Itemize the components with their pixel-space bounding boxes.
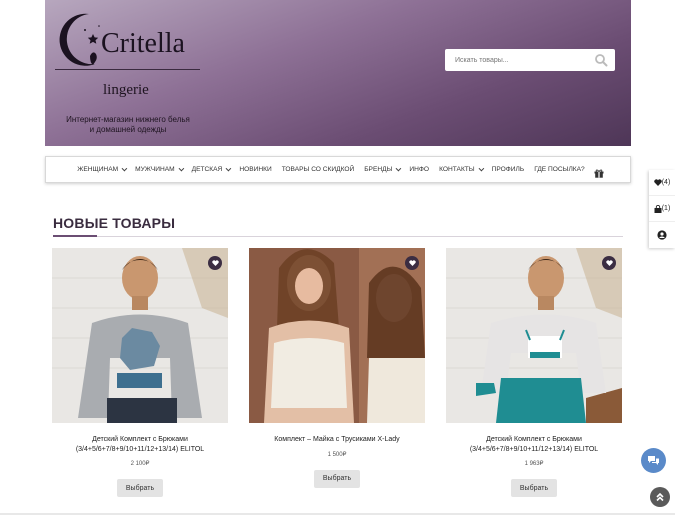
chat-bubbles-icon <box>648 456 659 465</box>
chevron-down-icon <box>178 165 184 171</box>
nav-label: Инфо <box>409 166 430 173</box>
heart-icon <box>605 260 613 266</box>
product-image[interactable] <box>52 248 228 423</box>
cart-button[interactable]: (1) <box>649 196 675 222</box>
select-button[interactable]: Выбрать <box>117 479 163 497</box>
nav-label: Бренды <box>364 166 393 173</box>
product-card: Комплект – Майка с Трусиками X-Lady 1 50… <box>249 248 425 488</box>
nav-item-tracking[interactable]: Где посылка? <box>529 166 590 173</box>
nav-item-profile[interactable]: Профиль <box>487 166 530 173</box>
chevron-down-icon <box>396 165 402 171</box>
product-price: 1 963₽ <box>524 461 544 467</box>
logo-subtitle: lingerie <box>103 82 149 98</box>
add-to-wishlist-button[interactable] <box>602 256 616 270</box>
nav-label: Мужчинам <box>135 166 175 173</box>
nav-item-contacts[interactable]: Контакты <box>434 165 487 173</box>
scroll-to-top-button[interactable] <box>650 487 670 507</box>
nav-label: Новинки <box>239 166 272 173</box>
double-chevron-up-icon <box>656 492 664 502</box>
nav-item-men[interactable]: Мужчинам <box>130 165 187 173</box>
user-circle-icon <box>657 230 667 240</box>
side-toolbar: (4) (1) <box>649 170 675 248</box>
cart-count: (1) <box>661 205 671 212</box>
chat-button[interactable] <box>641 448 666 473</box>
product-price: 1 500₽ <box>327 451 347 458</box>
product-card: Детский Комплект с Брюками (3/4+5/6+7/8+… <box>52 248 228 497</box>
nav-item-women[interactable]: Женщинам <box>72 165 130 173</box>
section-divider <box>53 236 623 237</box>
nav-item-kids[interactable]: Детская <box>187 165 235 173</box>
gift-icon[interactable] <box>594 165 604 178</box>
nav-label: Детская <box>191 166 223 173</box>
search-icon[interactable] <box>594 53 608 67</box>
logo-divider <box>55 69 200 70</box>
nav-label: Женщинам <box>77 166 119 173</box>
heart-icon <box>653 179 662 186</box>
nav-label: Товары со скидкой <box>281 166 355 173</box>
site-tagline: Интернет-магазин нижнего белья и домашне… <box>66 115 190 134</box>
chevron-down-icon <box>225 165 232 171</box>
nav-item-sale[interactable]: Товары со скидкой <box>277 166 360 173</box>
main-nav: Женщинам Мужчинам Детская Новинки Товары… <box>45 156 631 183</box>
bag-icon <box>654 204 662 213</box>
nav-label: Профиль <box>491 166 525 173</box>
search-box <box>445 49 615 71</box>
chevron-down-icon <box>478 165 484 171</box>
product-name[interactable]: Детский Комплект с Брюками (3/4+5/6+7/8+… <box>52 435 228 454</box>
section-divider-accent <box>53 235 97 237</box>
nav-item-brands[interactable]: Бренды <box>359 165 404 173</box>
product-price: 2 100₽ <box>130 461 150 467</box>
product-image[interactable] <box>249 248 425 423</box>
heart-icon <box>211 260 219 266</box>
nav-item-info[interactable]: Инфо <box>404 166 434 173</box>
nav-label: Контакты <box>439 166 475 173</box>
wishlist-count: (4) <box>661 179 671 186</box>
heart-icon <box>408 260 416 266</box>
wishlist-button[interactable]: (4) <box>649 170 675 196</box>
add-to-wishlist-button[interactable] <box>405 256 419 270</box>
search-input[interactable] <box>455 56 585 64</box>
logo-wordmark: Critella <box>101 28 186 59</box>
nav-label: Где посылка? <box>534 166 585 173</box>
add-to-wishlist-button[interactable] <box>208 256 222 270</box>
chevron-down-icon <box>121 165 128 171</box>
account-button[interactable] <box>649 222 675 248</box>
select-button[interactable]: Выбрать <box>511 479 557 497</box>
site-logo[interactable]: Critella <box>55 8 205 70</box>
product-card: Детский Комплект с Брюками (3/4+5/6+7/8+… <box>446 248 622 497</box>
product-name[interactable]: Комплект – Майка с Трусиками X-Lady <box>249 435 425 445</box>
section-title: НОВЫЕ ТОВАРЫ <box>53 215 176 231</box>
site-header: Critella lingerie Интернет-магазин нижне… <box>45 0 631 146</box>
product-image[interactable] <box>446 248 622 423</box>
product-name[interactable]: Детский Комплект с Брюками (3/4+5/6+7/8+… <box>446 435 622 454</box>
nav-item-new[interactable]: Новинки <box>234 166 276 173</box>
select-button[interactable]: Выбрать <box>314 469 360 488</box>
